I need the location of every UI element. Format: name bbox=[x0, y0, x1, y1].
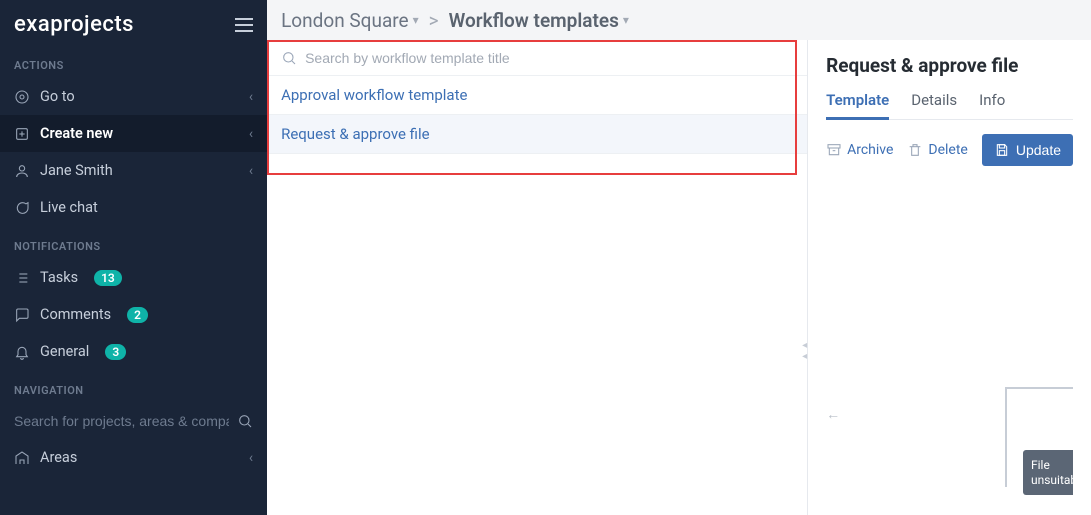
list-item[interactable]: Approval workflow template bbox=[267, 76, 807, 115]
sidebar-item-areas[interactable]: Areas ‹ bbox=[0, 439, 267, 476]
archive-button[interactable]: Archive bbox=[826, 142, 893, 158]
tab-info[interactable]: Info bbox=[979, 91, 1005, 119]
tab-details[interactable]: Details bbox=[911, 91, 957, 119]
tabs: Template Details Info bbox=[826, 91, 1073, 120]
tasks-badge: 13 bbox=[94, 270, 122, 286]
sidebar-item-general[interactable]: General 3 bbox=[0, 333, 267, 370]
workflow-node[interactable]: File unsuitable bbox=[1023, 450, 1073, 495]
comment-icon bbox=[14, 307, 30, 323]
archive-icon bbox=[826, 142, 842, 158]
detail-pane: ◂◂ Request & approve file Template Detai… bbox=[807, 40, 1091, 515]
sidebar-item-live-chat[interactable]: Live chat bbox=[0, 189, 267, 226]
delete-button[interactable]: Delete bbox=[907, 142, 967, 158]
section-actions: ACTIONS bbox=[0, 45, 267, 78]
sidebar-item-goto[interactable]: Go to ‹ bbox=[0, 78, 267, 115]
workflow-canvas[interactable]: ← File unsuitable bbox=[826, 176, 1073, 515]
bell-icon bbox=[14, 344, 30, 360]
section-navigation: NAVIGATION bbox=[0, 370, 267, 403]
breadcrumb: London Square ▾ > Workflow templates ▾ bbox=[267, 0, 1091, 40]
chevron-left-icon: ‹ bbox=[249, 450, 253, 466]
general-badge: 3 bbox=[105, 344, 126, 360]
sidebar-search-input[interactable] bbox=[14, 413, 229, 429]
list-search-bar bbox=[267, 40, 807, 76]
sidebar-item-create-new[interactable]: Create new ‹ bbox=[0, 115, 267, 152]
menu-toggle-icon[interactable] bbox=[235, 18, 253, 32]
breadcrumb-project[interactable]: London Square ▾ bbox=[281, 9, 419, 32]
brand-logo: exaprojects bbox=[14, 12, 134, 37]
save-icon bbox=[994, 142, 1010, 158]
trash-icon bbox=[907, 142, 923, 158]
template-list-column: Approval workflow template Request & app… bbox=[267, 40, 807, 515]
update-button[interactable]: Update bbox=[982, 134, 1073, 166]
chevron-left-icon: ‹ bbox=[249, 126, 253, 142]
list-search-input[interactable] bbox=[305, 50, 793, 66]
sidebar-item-comments[interactable]: Comments 2 bbox=[0, 296, 267, 333]
list-icon bbox=[14, 270, 30, 286]
list-item[interactable]: Request & approve file bbox=[267, 115, 807, 154]
breadcrumb-page[interactable]: Workflow templates ▾ bbox=[449, 9, 629, 32]
search-icon[interactable] bbox=[237, 413, 253, 429]
plus-square-icon bbox=[14, 126, 30, 142]
comments-badge: 2 bbox=[127, 307, 148, 323]
user-icon bbox=[14, 163, 30, 179]
main-area: London Square ▾ > Workflow templates ▾ A… bbox=[267, 0, 1091, 515]
detail-title: Request & approve file bbox=[826, 54, 1073, 77]
target-icon bbox=[14, 89, 30, 105]
building-icon bbox=[14, 450, 30, 466]
tab-template[interactable]: Template bbox=[826, 91, 889, 119]
chat-icon bbox=[14, 200, 30, 216]
splitter-handle[interactable]: ◂◂ bbox=[802, 340, 807, 362]
sidebar-search-row bbox=[0, 403, 267, 439]
sidebar-item-user[interactable]: Jane Smith ‹ bbox=[0, 152, 267, 189]
chevron-down-icon: ▾ bbox=[623, 13, 629, 27]
search-icon bbox=[281, 50, 297, 66]
sidebar: exaprojects ACTIONS Go to ‹ Create new ‹… bbox=[0, 0, 267, 515]
chevron-left-icon: ‹ bbox=[249, 89, 253, 105]
section-notifications: NOTIFICATIONS bbox=[0, 226, 267, 259]
chevron-left-icon: ‹ bbox=[249, 163, 253, 179]
back-arrow-icon[interactable]: ← bbox=[826, 406, 840, 423]
sidebar-item-tasks[interactable]: Tasks 13 bbox=[0, 259, 267, 296]
chevron-down-icon: ▾ bbox=[413, 13, 419, 27]
breadcrumb-sep: > bbox=[429, 9, 439, 32]
